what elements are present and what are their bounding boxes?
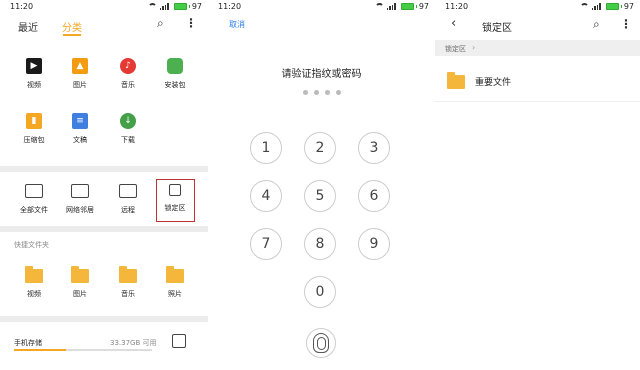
key-7[interactable]: 7: [250, 228, 282, 260]
file-manager-category-screen: 11:20 97 最近 分类 ⌕ ⋮ ▶ 视频 ▲ 图片 ♪ 音乐 安装包 ▮ …: [0, 0, 208, 370]
breadcrumb: 锁定区 ›: [435, 40, 640, 56]
highlight-box: [156, 179, 195, 222]
storage-progress: [14, 349, 152, 351]
active-tab-indicator: [63, 34, 81, 36]
key-5[interactable]: 5: [304, 180, 336, 212]
folder-outline-icon: [25, 184, 43, 198]
battery-icon: 97: [399, 2, 429, 11]
list-item[interactable]: 重要文件: [435, 56, 640, 102]
pin-dots: [208, 90, 435, 95]
category-archive[interactable]: ▮ 压缩包: [12, 113, 56, 145]
key-4[interactable]: 4: [250, 180, 282, 212]
category-pictures[interactable]: ▲ 图片: [58, 58, 102, 90]
key-0[interactable]: 0: [304, 276, 336, 308]
folder-icon: [25, 266, 43, 283]
folder-name: 重要文件: [475, 78, 512, 88]
locked-zone-screen: 11:20 97 ‹ 锁定区 ⌕ ⋮ 锁定区 › 重要文件: [435, 0, 640, 370]
wifi-icon: [579, 3, 589, 10]
tab-bar: 最近 分类: [0, 14, 208, 38]
status-bar: 11:20 97: [208, 0, 435, 14]
status-time: 11:20: [218, 2, 242, 11]
more-options-icon[interactable]: ⋮: [620, 17, 632, 31]
tab-recent[interactable]: 最近: [18, 19, 38, 34]
unlock-prompt: 请验证指纹或密码: [281, 69, 362, 80]
category-documents[interactable]: ≡ 文稿: [58, 113, 102, 145]
network-icon: [71, 184, 89, 198]
folder-icon: [166, 266, 184, 283]
location-all-files[interactable]: 全部文件: [12, 184, 56, 215]
status-time: 11:20: [445, 2, 469, 11]
tab-category[interactable]: 分类: [62, 19, 82, 34]
storage-progress-fill: [14, 349, 67, 351]
wifi-icon: [374, 3, 384, 10]
search-icon[interactable]: ⌕: [593, 17, 600, 32]
storage-label: 手机存储: [14, 339, 42, 347]
status-bar: 11:20 97: [0, 0, 208, 14]
key-2[interactable]: 2: [304, 132, 336, 164]
cleaner-icon[interactable]: [172, 334, 186, 348]
signal-icon: [591, 3, 601, 10]
category-music[interactable]: ♪ 音乐: [106, 58, 150, 90]
page-title: 锁定区: [482, 23, 512, 34]
signal-icon: [386, 3, 396, 10]
status-time: 11:20: [10, 2, 34, 11]
picture-icon: ▲: [72, 58, 88, 74]
unlock-screen: 11:20 97 取消 请验证指纹或密码 1 2 3 4 5 6 7 8 9 0: [208, 0, 435, 370]
android-icon: [167, 58, 183, 74]
folder-icon: [447, 72, 465, 89]
quick-folders-title: 快捷文件夹: [14, 241, 49, 249]
signal-icon: [159, 3, 169, 10]
search-icon[interactable]: ⌕: [157, 16, 164, 31]
breadcrumb-item[interactable]: 锁定区: [445, 44, 466, 54]
location-network[interactable]: 网络邻居: [58, 184, 102, 215]
download-icon: ↓: [120, 113, 136, 129]
category-apk[interactable]: 安装包: [153, 58, 197, 90]
category-video[interactable]: ▶ 视频: [12, 58, 56, 90]
key-3[interactable]: 3: [358, 132, 390, 164]
quick-folder-pictures[interactable]: 图片: [58, 266, 102, 299]
archive-icon: ▮: [26, 113, 42, 129]
location-remote[interactable]: 远程: [106, 184, 150, 215]
chevron-right-icon: ›: [472, 43, 476, 52]
status-bar: 11:20 97: [435, 0, 640, 14]
wifi-icon: [147, 3, 157, 10]
document-icon: ≡: [72, 113, 88, 129]
fingerprint-button[interactable]: [306, 328, 336, 358]
fingerprint-icon: [313, 333, 329, 353]
battery-icon: 97: [172, 2, 202, 11]
more-options-icon[interactable]: ⋮: [185, 16, 197, 30]
quick-folder-video[interactable]: 视频: [12, 266, 56, 299]
video-icon: ▶: [26, 58, 42, 74]
music-icon: ♪: [120, 58, 136, 74]
folder-icon: [119, 266, 137, 283]
monitor-icon: [119, 184, 137, 198]
key-6[interactable]: 6: [358, 180, 390, 212]
quick-folder-photos[interactable]: 照片: [153, 266, 197, 299]
quick-folder-music[interactable]: 音乐: [106, 266, 150, 299]
storage-free: 33.37GB 可用: [110, 339, 157, 347]
key-8[interactable]: 8: [304, 228, 336, 260]
cancel-button[interactable]: 取消: [229, 19, 245, 30]
back-icon[interactable]: ‹: [451, 16, 456, 31]
category-download[interactable]: ↓ 下载: [106, 113, 150, 145]
folder-icon: [71, 266, 89, 283]
key-9[interactable]: 9: [358, 228, 390, 260]
header: ‹ 锁定区 ⌕ ⋮: [435, 14, 640, 40]
key-1[interactable]: 1: [250, 132, 282, 164]
battery-icon: 97: [604, 2, 634, 11]
